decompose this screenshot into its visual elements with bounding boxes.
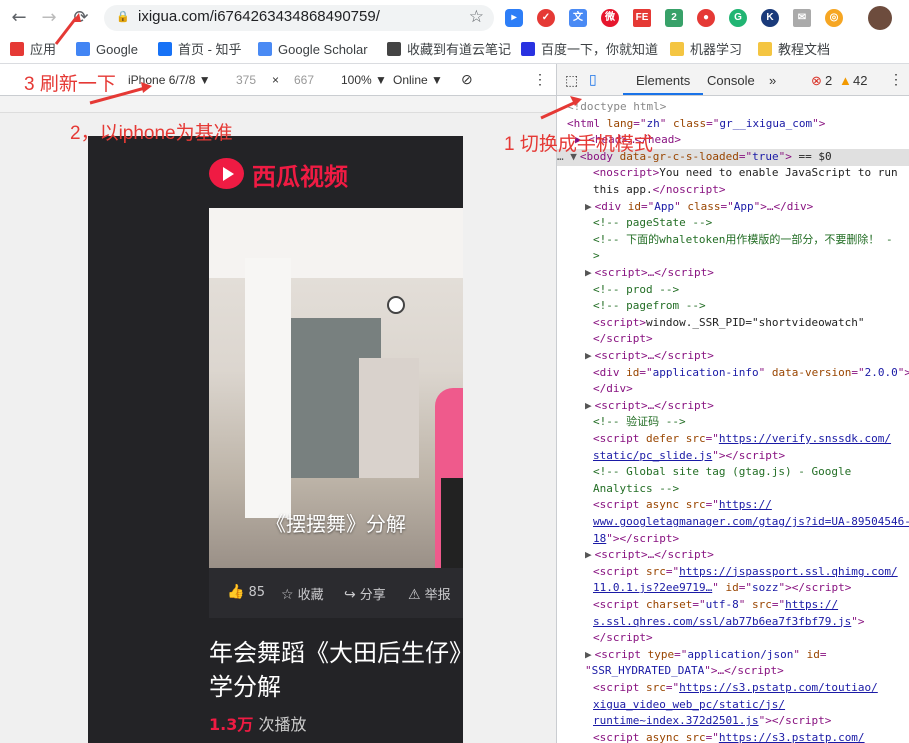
annotation-step1: 1 切换成手机模式 [504, 134, 653, 155]
arrow-toggle [540, 100, 577, 120]
annotation-step2: 2，以iphone为基准 [70, 123, 233, 144]
arrow-head [141, 82, 152, 93]
arrow-head [72, 13, 81, 22]
annotation-arrows [54, 13, 582, 120]
annotation-step3: 3 刷新一下 [24, 74, 116, 95]
